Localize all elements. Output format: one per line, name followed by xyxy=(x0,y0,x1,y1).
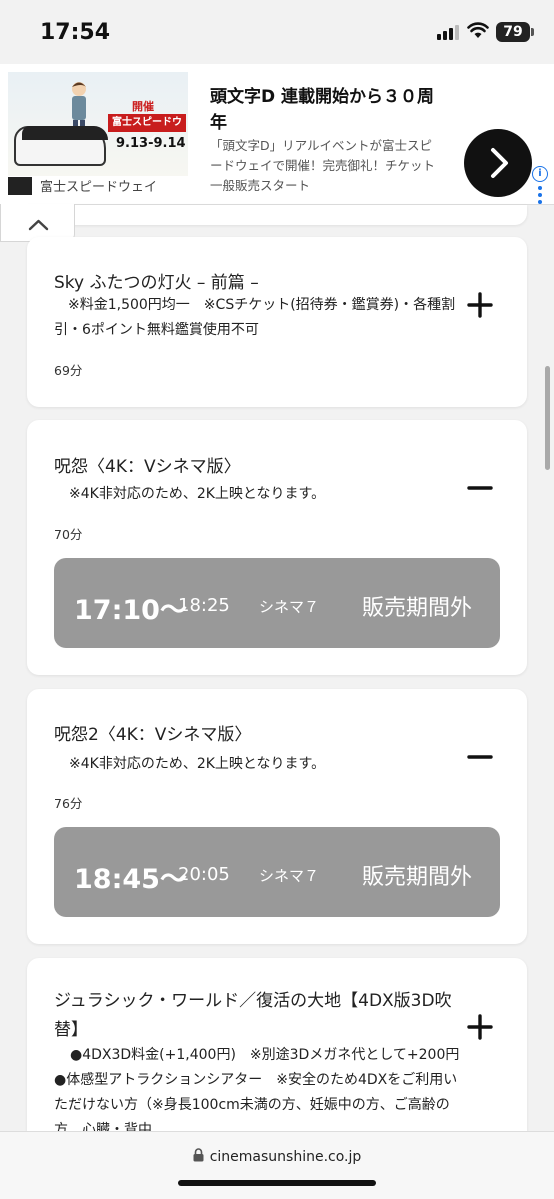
ad-description[interactable]: 「頭文字D」リアルイベントが富士スピードウェイで開催！完売御礼！チケット一般販売… xyxy=(210,136,440,196)
movie-card: 呪怨2〈4K：Vシネマ版〉 ※4K非対応のため、2K上映となります。 76分 1… xyxy=(27,689,527,944)
movie-note: ※4K非対応のため、2K上映となります。 xyxy=(69,756,326,772)
movie-note: ※4K非対応のため、2K上映となります。 xyxy=(69,486,326,502)
movie-duration: 69分 xyxy=(54,363,83,378)
showtime-screen: シネマ７ xyxy=(259,598,320,616)
ad-info-icon[interactable]: i xyxy=(532,166,548,182)
showtime-status: 販売期間外 xyxy=(362,596,473,621)
movie-title[interactable]: 呪怨2〈4K：Vシネマ版〉 xyxy=(54,720,251,745)
ad-image[interactable]: 開催 富士スピードウェイ 9.13-9.14 xyxy=(8,72,188,176)
ad-image-kaisai: 開催 xyxy=(132,100,154,113)
ad-brand[interactable]: 富士スピードウェイ xyxy=(8,176,157,195)
battery-icon: 79 xyxy=(496,22,530,42)
collapse-minus-icon[interactable] xyxy=(465,473,495,503)
showtime-button[interactable]: 18:45〜 20:05 シネマ７ 販売期間外 xyxy=(54,827,500,917)
lock-icon xyxy=(193,1148,204,1162)
showtime-end: 18:25 xyxy=(178,595,230,616)
movie-duration: 76分 xyxy=(54,796,83,811)
clock: 17:54 xyxy=(40,20,111,45)
showtime-start: 17:10〜 xyxy=(74,595,187,626)
previous-card-edge xyxy=(27,205,527,225)
movie-note: ●4DX3D料金(+1,400円) ※別途3Dメガネ代として+200円 ●体感型… xyxy=(54,1047,474,1138)
movie-title[interactable]: ジュラシック・ワールド／復活の大地【4DX版3D吹替】 xyxy=(54,987,454,1045)
showtime-start: 18:45〜 xyxy=(74,864,187,895)
movie-title[interactable]: 呪怨〈4K：Vシネマ版〉 xyxy=(54,452,241,477)
brand-logo-icon xyxy=(8,176,32,195)
url-display[interactable]: cinemasunshine.co.jp xyxy=(0,1148,554,1165)
movie-title[interactable]: Sky ふたつの灯火 – 前篇 – xyxy=(54,268,259,293)
expand-plus-icon[interactable] xyxy=(465,1012,495,1042)
ad-brand-name: 富士スピードウェイ xyxy=(40,180,158,195)
ad-options-icon[interactable] xyxy=(538,186,542,204)
movie-card: Sky ふたつの灯火 – 前篇 – ※料金1,500円均一 ※CSチケット(招待… xyxy=(27,237,527,407)
movie-card: 呪怨〈4K：Vシネマ版〉 ※4K非対応のため、2K上映となります。 70分 17… xyxy=(27,420,527,675)
cellular-signal-icon xyxy=(437,25,459,40)
ad-title[interactable]: 頭文字D 連載開始から３０周年 xyxy=(210,84,440,136)
status-bar: 17:54 79 xyxy=(0,0,554,64)
showtime-screen: シネマ７ xyxy=(259,867,320,885)
ad-car-illustration xyxy=(14,126,108,166)
ad-open-button[interactable] xyxy=(464,129,532,197)
wifi-icon xyxy=(467,22,489,38)
scrollbar-thumb[interactable] xyxy=(545,366,550,470)
showtime-status: 販売期間外 xyxy=(362,865,473,890)
showtime-button[interactable]: 17:10〜 18:25 シネマ７ 販売期間外 xyxy=(54,558,500,648)
showtime-end: 20:05 xyxy=(178,864,230,885)
expand-plus-icon[interactable] xyxy=(465,290,495,320)
ad-image-banner: 富士スピードウェイ xyxy=(108,114,186,146)
url-text: cinemasunshine.co.jp xyxy=(209,1149,362,1165)
home-indicator[interactable] xyxy=(178,1180,376,1186)
collapse-minus-icon[interactable] xyxy=(465,742,495,772)
battery-tip xyxy=(531,28,534,36)
movie-duration: 70分 xyxy=(54,527,83,542)
ad-banner[interactable]: 開催 富士スピードウェイ 9.13-9.14 富士スピードウェイ 頭文字D 連載… xyxy=(0,64,554,205)
chevron-right-icon xyxy=(491,148,508,178)
browser-url-bar[interactable]: cinemasunshine.co.jp xyxy=(0,1131,554,1199)
ad-image-dates: 9.13-9.14 xyxy=(116,136,186,151)
movie-note: ※料金1,500円均一 ※CSチケット(招待券・鑑賞券)・各種割引・6ポイント無… xyxy=(54,297,456,338)
